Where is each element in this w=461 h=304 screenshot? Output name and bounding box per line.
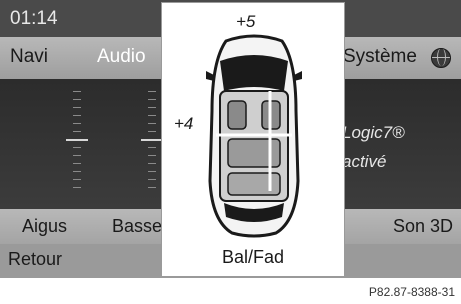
fader-value: +5 bbox=[236, 12, 256, 31]
menu-item-audio[interactable]: Audio bbox=[97, 46, 146, 68]
globe-icon[interactable] bbox=[431, 48, 451, 68]
treble-slider[interactable] bbox=[66, 91, 88, 189]
logic7-name: Logic7® bbox=[342, 123, 405, 142]
logic7-state: activé bbox=[342, 152, 387, 171]
balance-value: +4 bbox=[174, 114, 194, 133]
back-button[interactable]: Retour bbox=[8, 249, 62, 270]
menu-item-navi[interactable]: Navi bbox=[10, 46, 48, 68]
figure: 01:14 Navi Audio Système Logic7® activé … bbox=[0, 0, 461, 304]
menu-item-systeme[interactable]: Système bbox=[343, 46, 417, 68]
balance-fader-popup: +5 +4 Bal/Fad bbox=[161, 2, 345, 277]
head-unit-screen: 01:14 Navi Audio Système Logic7® activé … bbox=[0, 0, 461, 278]
figure-code: P82.87-8388-31 bbox=[368, 285, 455, 299]
bass-slider[interactable] bbox=[141, 91, 163, 189]
3d-sound-button[interactable]: Son 3D bbox=[393, 216, 453, 237]
clock: 01:14 bbox=[10, 8, 58, 29]
popup-title: Bal/Fad bbox=[221, 247, 285, 267]
treble-button[interactable]: Aigus bbox=[22, 216, 67, 237]
car-top-view[interactable] bbox=[206, 31, 302, 239]
logic7-status: Logic7® activé bbox=[342, 118, 405, 176]
